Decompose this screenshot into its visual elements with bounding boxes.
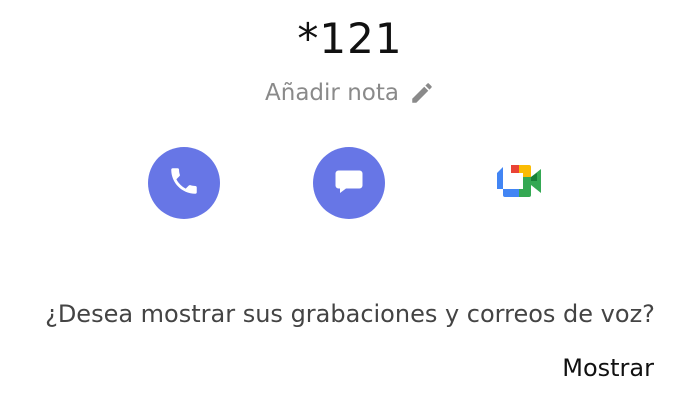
contact-title: *121 bbox=[297, 14, 403, 63]
recordings-prompt: ¿Desea mostrar sus grabaciones y correos… bbox=[45, 300, 655, 328]
message-button[interactable] bbox=[313, 147, 385, 219]
message-icon bbox=[331, 163, 367, 203]
call-button[interactable] bbox=[148, 147, 220, 219]
add-note-row[interactable]: Añadir nota bbox=[0, 80, 700, 106]
contact-actions bbox=[0, 147, 700, 219]
add-note-label: Añadir nota bbox=[265, 80, 399, 106]
google-meet-icon bbox=[493, 161, 543, 205]
pencil-icon[interactable] bbox=[409, 80, 435, 106]
video-call-button[interactable] bbox=[482, 147, 554, 219]
phone-icon bbox=[167, 164, 201, 202]
show-recordings-button[interactable]: Mostrar bbox=[562, 354, 654, 382]
